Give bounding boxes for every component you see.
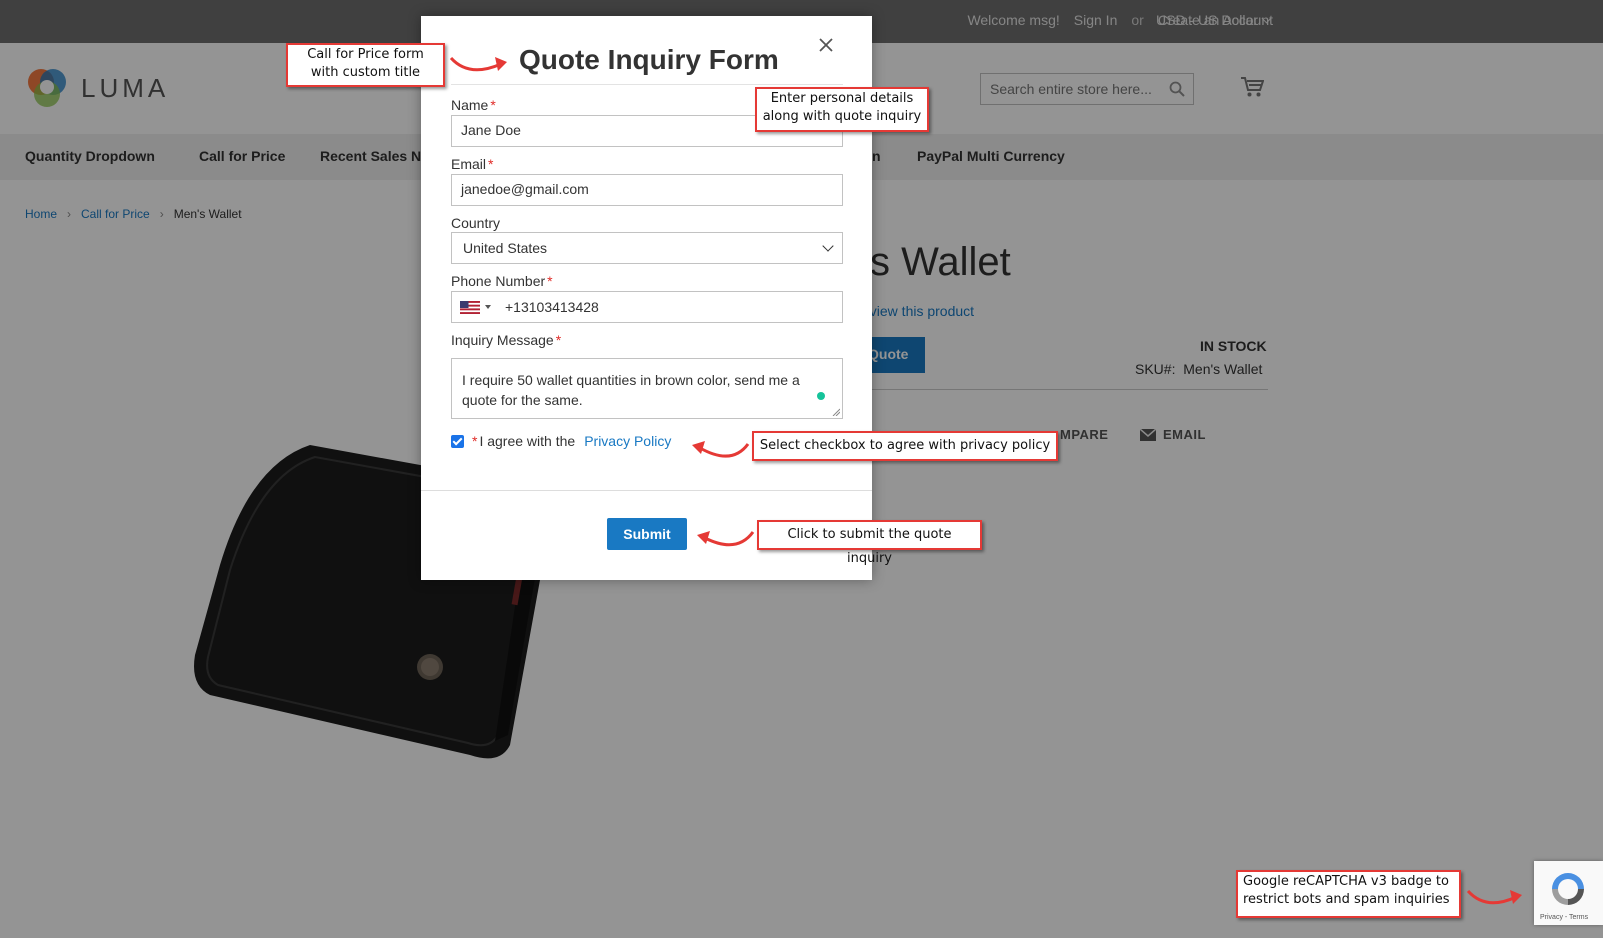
callout-submit-note: Click to submit the quote inquiry [757, 520, 982, 566]
modal-title: Quote Inquiry Form [519, 44, 779, 75]
caret-down-icon[interactable] [485, 305, 491, 309]
callout-details-note: Enter personal details along with quote … [755, 87, 929, 132]
message-value: I require 50 wallet quantities in brown … [462, 372, 800, 408]
arrow-icon [692, 441, 750, 458]
country-label: Country [451, 215, 501, 231]
country-select[interactable]: United States [451, 232, 843, 264]
message-label: Inquiry Message * [451, 332, 561, 348]
phone-value: +13103413428 [505, 299, 599, 315]
arrow-icon [449, 56, 507, 72]
required-marker: * [490, 97, 496, 113]
arrow-icon [697, 531, 755, 547]
privacy-agreement: * I agree with the Privacy Policy [451, 433, 671, 449]
resize-handle-icon[interactable] [832, 408, 840, 416]
title-divider [451, 84, 843, 85]
agree-text: I agree with the [479, 433, 576, 449]
footer-divider [421, 490, 872, 491]
recaptcha-label[interactable]: Privacy - Terms [1540, 914, 1588, 921]
callout-title-note: Call for Price form with custom title [286, 43, 445, 87]
privacy-policy-link[interactable]: Privacy Policy [584, 433, 671, 449]
recaptcha-icon [1552, 873, 1584, 905]
submit-button[interactable]: Submit [607, 518, 687, 550]
close-icon[interactable] [815, 34, 837, 56]
callout-recaptcha-note: Google reCAPTCHA v3 badge to restrict bo… [1236, 870, 1461, 918]
required-marker: * [547, 273, 553, 289]
email-value: janedoe@gmail.com [461, 181, 589, 197]
email-label-text: Email [451, 156, 487, 172]
country-value: United States [463, 240, 548, 256]
chevron-down-icon [822, 240, 834, 252]
required-marker: * [488, 156, 494, 172]
name-label: Name * [451, 97, 496, 113]
email-label: Email * [451, 156, 493, 172]
name-label-text: Name [451, 97, 489, 113]
recaptcha-badge[interactable]: Privacy - Terms [1534, 861, 1603, 925]
message-label-text: Inquiry Message [451, 332, 554, 348]
privacy-checkbox[interactable] [451, 434, 464, 448]
email-field[interactable]: janedoe@gmail.com [451, 174, 843, 206]
grammarly-icon[interactable] [817, 392, 825, 400]
inquiry-message-textarea[interactable]: I require 50 wallet quantities in brown … [451, 358, 843, 419]
us-flag-icon[interactable] [460, 300, 480, 314]
arrow-icon [1466, 889, 1522, 905]
phone-field[interactable]: +13103413428 [451, 291, 843, 323]
callout-checkbox-note: Select checkbox to agree with privacy po… [752, 431, 1058, 461]
phone-label: Phone Number * [451, 273, 553, 289]
phone-label-text: Phone Number [451, 273, 546, 289]
name-value: Jane Doe [461, 122, 521, 138]
required-marker: * [472, 433, 478, 449]
required-marker: * [555, 332, 562, 348]
